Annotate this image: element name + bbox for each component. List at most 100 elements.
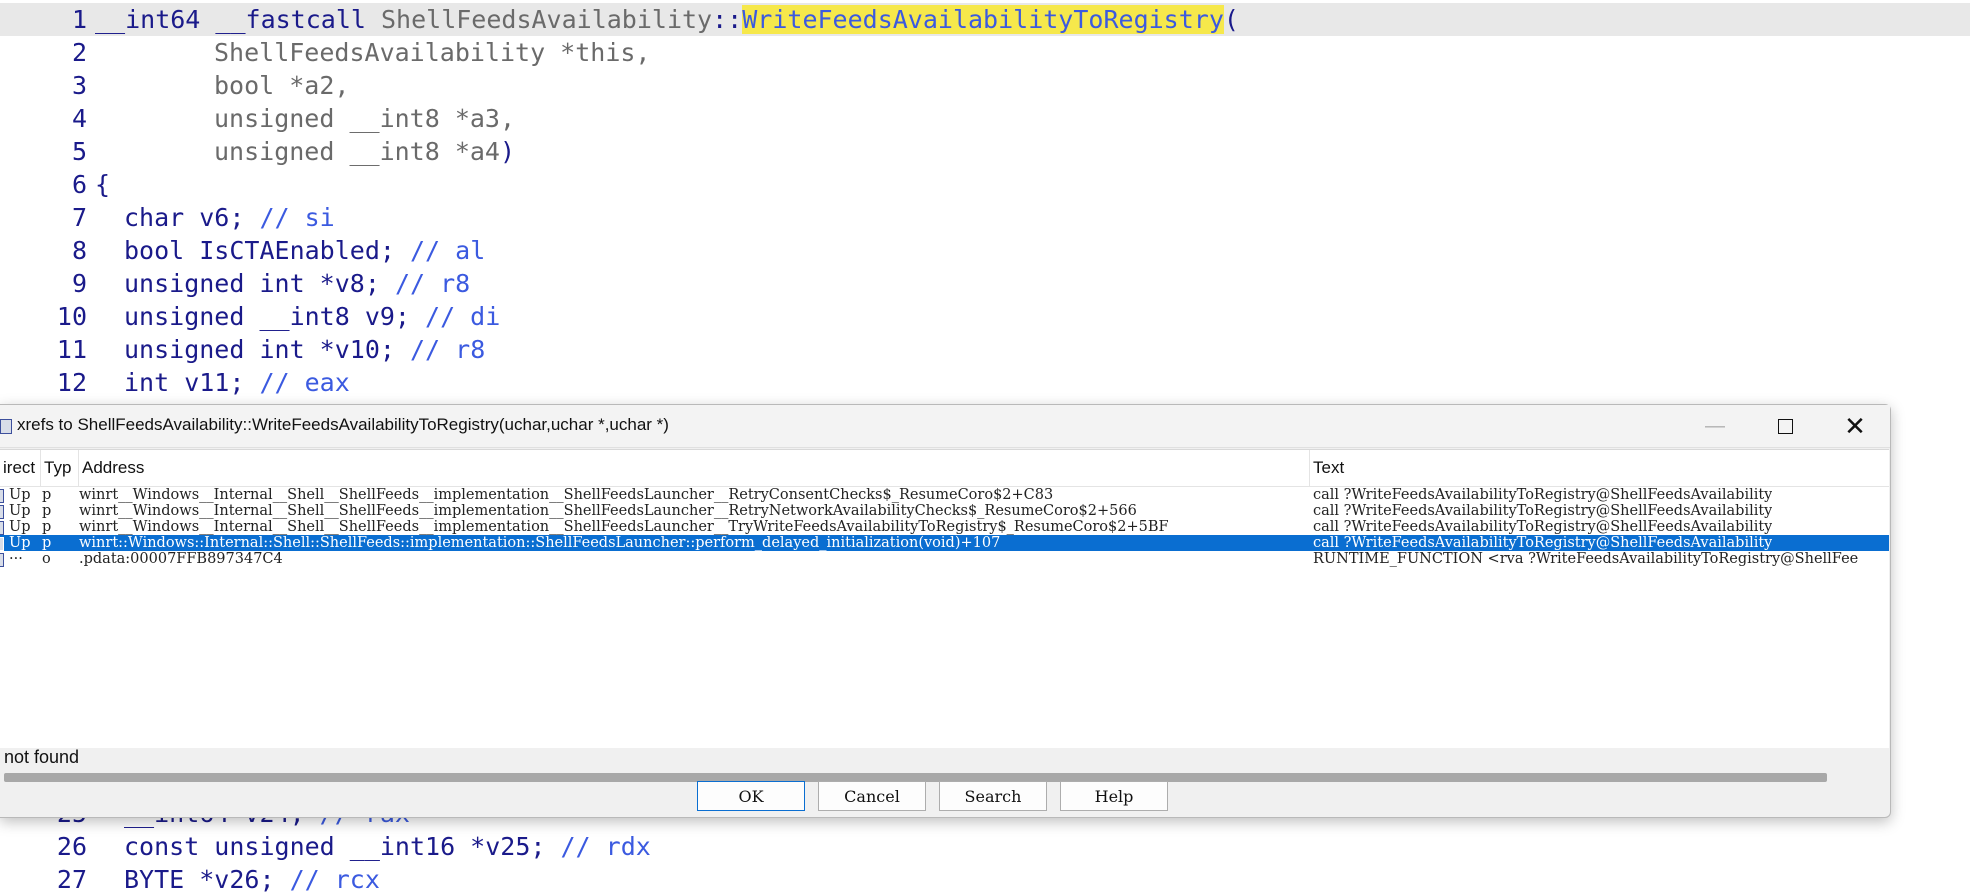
- code-comment: // di: [425, 302, 501, 331]
- xref-row[interactable]: Up p winrt__Windows__Internal__Shell__Shel…: [0, 487, 1889, 503]
- code-text: const unsigned __int16 *v25; // rdx: [124, 830, 651, 863]
- code-token: ShellFeedsAvailability: [380, 5, 713, 34]
- xref-direction: Up: [9, 519, 31, 535]
- code-text: ShellFeedsAvailability *this,: [214, 36, 651, 69]
- line-number: 3: [71, 71, 87, 100]
- code-line[interactable]: 7 char v6; // si: [0, 201, 1970, 234]
- code-token: const unsigned __int16 *v25;: [124, 832, 561, 861]
- code-comment: // r8: [394, 269, 471, 298]
- code-token: BYTE *v26;: [124, 865, 290, 894]
- line-number: 5: [71, 137, 87, 166]
- line-number: 7: [71, 203, 87, 232]
- code-text: unsigned int *v8; // r8: [124, 267, 470, 300]
- close-icon: ✕: [1844, 410, 1866, 441]
- code-line[interactable]: 6{: [0, 168, 1970, 201]
- dialog-title: xrefs to ShellFeedsAvailability::WriteFe…: [17, 415, 669, 434]
- xref-address: winrt::Windows::Internal::Shell::ShellFe…: [79, 535, 1001, 551]
- xref-address: .pdata:00007FFB897347C4: [79, 551, 283, 567]
- list-header: irect Typ Address Text: [0, 450, 1889, 487]
- xref-text: call ?WriteFeedsAvailabilityToRegistry@S…: [1313, 487, 1773, 503]
- ok-button[interactable]: OK: [697, 781, 805, 811]
- code-token: ): [499, 137, 516, 166]
- code-comment: // al: [409, 236, 486, 265]
- line-number: 8: [71, 236, 87, 265]
- code-line[interactable]: 9 unsigned int *v8; // r8: [0, 267, 1970, 300]
- xref-address: winrt__Windows__Internal__Shell__ShellFe…: [79, 487, 1054, 503]
- code-token: unsigned int *v10;: [124, 335, 410, 364]
- xref-type: p: [42, 535, 52, 551]
- code-comment: // rdx: [560, 832, 651, 861]
- code-token: char v6;: [124, 203, 260, 232]
- code-text: unsigned __int8 *a3,: [214, 102, 515, 135]
- code-text: int v11; // eax: [124, 366, 350, 399]
- code-line[interactable]: 26 const unsigned __int16 *v25; // rdx: [0, 830, 1970, 863]
- help-button[interactable]: Help: [1060, 781, 1168, 811]
- code-line[interactable]: 11 unsigned int *v10; // r8: [0, 333, 1970, 366]
- xref-type: o: [42, 551, 51, 567]
- line-number: 9: [71, 269, 87, 298]
- line-number: 12: [56, 368, 87, 397]
- line-number: 1: [71, 5, 87, 34]
- code-text: unsigned __int8 v9; // di: [124, 300, 500, 333]
- cancel-button[interactable]: Cancel: [818, 781, 926, 811]
- maximize-button[interactable]: [1750, 405, 1820, 447]
- xref-direction: ···: [9, 551, 23, 567]
- xref-text: call ?WriteFeedsAvailabilityToRegistry@S…: [1313, 535, 1773, 551]
- xref-icon: [0, 505, 4, 519]
- line-number: 27: [56, 865, 87, 894]
- code-line[interactable]: 1 __int64 __fastcall ShellFeedsAvailabili…: [0, 3, 1970, 36]
- xrefs-list[interactable]: irect Typ Address Text Up p winrt__Windows…: [0, 449, 1889, 786]
- minimize-icon: —: [1705, 414, 1725, 437]
- xref-text: RUNTIME_FUNCTION <rva ?WriteFeedsAvailab…: [1313, 551, 1859, 567]
- line-number: 10: [56, 302, 87, 331]
- code-line[interactable]: 5 unsigned __int8 *a4): [0, 135, 1970, 168]
- code-text: bool *a2,: [214, 69, 349, 102]
- xref-row[interactable]: Up p winrt__Windows__Internal__Shell__Shel…: [0, 519, 1889, 535]
- xref-row[interactable]: Up p winrt__Windows__Internal__Shell__Shel…: [0, 503, 1889, 519]
- code-text: unsigned __int8 *a4): [214, 135, 515, 168]
- xref-type: p: [42, 503, 52, 519]
- xref-type: p: [42, 519, 52, 535]
- window-icon: [0, 419, 12, 434]
- line-number: 6: [71, 170, 87, 199]
- column-header-direction[interactable]: irect: [0, 450, 41, 486]
- code-token: unsigned __int8 v9;: [124, 302, 426, 331]
- xref-direction: Up: [9, 535, 31, 551]
- code-comment: // si: [259, 203, 335, 232]
- code-token: unsigned __int8 *a4: [214, 137, 500, 166]
- code-token: {: [95, 170, 111, 199]
- close-button[interactable]: ✕: [1820, 405, 1890, 447]
- xref-direction: Up: [9, 503, 31, 519]
- code-line[interactable]: 27 BYTE *v26; // rcx: [0, 863, 1970, 896]
- code-token: ShellFeedsAvailability *this,: [214, 38, 651, 67]
- code-line[interactable]: 10 unsigned __int8 v9; // di: [0, 300, 1970, 333]
- code-line[interactable]: 4 unsigned __int8 *a3,: [0, 102, 1970, 135]
- xrefs-dialog: xrefs to ShellFeedsAvailability::WriteFe…: [0, 404, 1891, 818]
- code-line[interactable]: 8 bool IsCTAEnabled; // al: [0, 234, 1970, 267]
- dialog-titlebar[interactable]: xrefs to ShellFeedsAvailability::WriteFe…: [0, 405, 1890, 448]
- code-comment: // eax: [259, 368, 350, 397]
- code-token: bool *a2,: [214, 71, 350, 100]
- code-token: (: [1223, 5, 1239, 34]
- minimize-button[interactable]: —: [1680, 405, 1750, 447]
- column-header-text[interactable]: Text: [1310, 450, 1889, 486]
- xref-text: call ?WriteFeedsAvailabilityToRegistry@S…: [1313, 503, 1773, 519]
- code-text: BYTE *v26; // rcx: [124, 863, 380, 896]
- column-header-address[interactable]: Address: [79, 450, 1310, 486]
- code-line[interactable]: 12 int v11; // eax: [0, 366, 1970, 399]
- xref-row[interactable]: ··· o .pdata:00007FFB897347C4 RUNTIME_FUNCT…: [0, 551, 1889, 567]
- column-header-type[interactable]: Typ: [41, 450, 79, 486]
- code-text: {: [95, 168, 110, 201]
- xref-row[interactable]: Up p winrt::Windows::Internal::Shell::Shel…: [0, 535, 1889, 551]
- code-token: int v11;: [124, 368, 260, 397]
- xref-icon: [0, 489, 4, 503]
- code-line[interactable]: 3 bool *a2,: [0, 69, 1970, 102]
- line-number: 4: [71, 104, 87, 133]
- code-line[interactable]: 2 ShellFeedsAvailability *this,: [0, 36, 1970, 69]
- xref-icon: [0, 553, 4, 567]
- code-text: unsigned int *v10; // r8: [124, 333, 485, 366]
- highlighted-identifier[interactable]: WriteFeedsAvailabilityToRegistry: [742, 5, 1224, 34]
- code-comment: // rcx: [289, 865, 380, 894]
- search-button[interactable]: Search: [939, 781, 1047, 811]
- xref-address: winrt__Windows__Internal__Shell__ShellFe…: [79, 519, 1169, 535]
